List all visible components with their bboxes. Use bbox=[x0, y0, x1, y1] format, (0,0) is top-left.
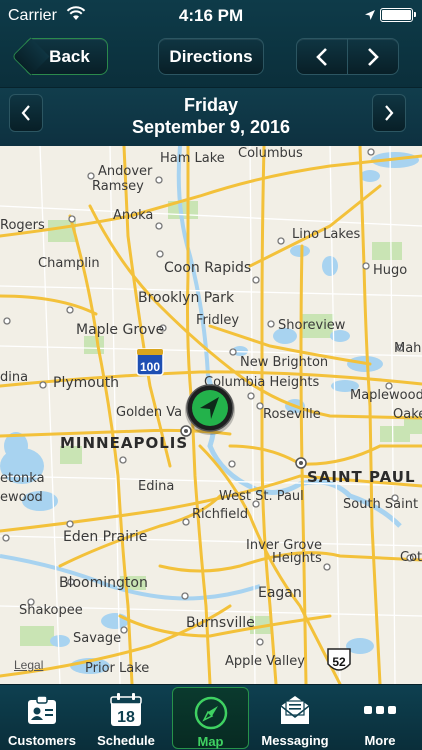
map-label: dina bbox=[0, 370, 28, 385]
map-label: Brooklyn Park bbox=[138, 290, 235, 306]
map-label: Eagan bbox=[258, 585, 302, 601]
map-label: Andover bbox=[98, 164, 153, 179]
map-label: Champlin bbox=[38, 256, 100, 271]
more-dots-icon bbox=[363, 693, 397, 732]
map-label: Maplewood bbox=[350, 388, 422, 403]
location-arrow-icon bbox=[364, 8, 376, 26]
date-label: September 9, 2016 bbox=[131, 117, 291, 137]
map-label: etonka bbox=[0, 471, 45, 486]
tab-label: Messaging bbox=[261, 733, 329, 748]
map-label: Burnsville bbox=[186, 615, 255, 631]
tab-label: Customers bbox=[8, 733, 76, 748]
clock: 4:16 PM bbox=[178, 6, 244, 25]
map-label: Savage bbox=[73, 631, 121, 646]
map-label: Bloomington bbox=[59, 575, 148, 591]
map-canvas: Ham Lake Columbus Andover Ramsey Anoka L… bbox=[0, 146, 422, 684]
map-label: Shoreview bbox=[278, 318, 346, 333]
map-label: Heights bbox=[272, 551, 322, 566]
date-bar: Friday September 9, 2016 bbox=[0, 88, 422, 146]
tab-messaging[interactable]: Messaging bbox=[253, 685, 337, 750]
map-view[interactable]: Ham Lake Columbus Andover Ramsey Anoka L… bbox=[0, 146, 422, 684]
map-label: Oake bbox=[393, 407, 422, 422]
tab-label: More bbox=[364, 733, 396, 748]
map-label: West St. Paul bbox=[219, 489, 304, 504]
navigation-bar: Carrier 4:16 PM Back Directions bbox=[0, 0, 422, 88]
tab-more[interactable]: More bbox=[338, 685, 422, 750]
status-bar: Carrier 4:16 PM bbox=[0, 0, 422, 30]
tab-customers[interactable]: Customers bbox=[0, 685, 84, 750]
map-label: Ramsey bbox=[92, 179, 144, 194]
map-label: ewood bbox=[0, 490, 43, 505]
tab-schedule[interactable]: 18 Schedule bbox=[84, 685, 168, 750]
battery-icon bbox=[380, 8, 416, 22]
next-button[interactable] bbox=[348, 39, 398, 74]
envelope-icon bbox=[278, 693, 312, 732]
map-label: Roseville bbox=[263, 407, 321, 422]
route-52-label: 52 bbox=[332, 655, 346, 669]
map-label: Edina bbox=[138, 479, 174, 494]
previous-button[interactable] bbox=[297, 39, 347, 74]
calendar-day: 18 bbox=[117, 709, 135, 726]
tab-bar: Customers 18 Schedule Map Messaging More bbox=[0, 684, 422, 750]
map-label: Ham Lake bbox=[160, 151, 225, 166]
map-label: MINNEAPOLIS bbox=[60, 434, 188, 452]
chevron-right-icon bbox=[368, 47, 379, 66]
current-location-pin[interactable] bbox=[185, 384, 235, 435]
map-label: Rogers bbox=[0, 218, 45, 233]
chevron-right-icon bbox=[385, 105, 394, 121]
map-label: Anoka bbox=[113, 208, 153, 223]
route-100-shield: 100 bbox=[136, 348, 164, 376]
map-label: Richfield bbox=[192, 507, 248, 522]
map-label: Lino Lakes bbox=[292, 227, 360, 242]
back-arrow-icon bbox=[11, 37, 50, 76]
map-label: Golden Va bbox=[116, 405, 182, 420]
directions-button[interactable]: Directions bbox=[158, 38, 264, 75]
map-label: South Saint bbox=[343, 497, 418, 512]
tab-map[interactable]: Map bbox=[172, 687, 249, 749]
back-button[interactable]: Back bbox=[11, 37, 108, 76]
chevron-left-icon bbox=[316, 47, 327, 66]
map-label: Cot bbox=[400, 550, 422, 565]
map-label: Coon Rapids bbox=[164, 260, 251, 276]
back-button-label: Back bbox=[49, 46, 90, 66]
tab-label: Map bbox=[197, 734, 224, 749]
map-label: Plymouth bbox=[53, 375, 119, 391]
next-day-button[interactable] bbox=[372, 94, 406, 132]
map-label: New Brighton bbox=[240, 355, 328, 370]
route-52-shield: 52 bbox=[327, 648, 351, 671]
map-label: Maple Grove bbox=[76, 322, 164, 338]
map-label: Apple Valley bbox=[225, 654, 305, 669]
map-label: Eden Prairie bbox=[63, 529, 147, 545]
pager-segmented-control bbox=[296, 38, 399, 75]
legal-link[interactable]: Legal bbox=[14, 658, 43, 672]
tab-label: Schedule bbox=[97, 733, 155, 748]
compass-icon bbox=[194, 696, 228, 735]
map-label: SAINT PAUL bbox=[307, 468, 416, 486]
directions-button-label: Directions bbox=[169, 46, 253, 66]
map-label: Hugo bbox=[373, 263, 407, 278]
map-label: Fridley bbox=[196, 313, 239, 328]
weekday-label: Friday bbox=[183, 95, 239, 115]
map-label: Prior Lake bbox=[85, 661, 149, 676]
calendar-icon: 18 bbox=[110, 693, 142, 732]
map-label: Shakopee bbox=[19, 603, 83, 618]
customers-icon bbox=[25, 693, 59, 732]
map-label: Mah bbox=[394, 341, 421, 356]
route-100-label: 100 bbox=[140, 360, 160, 374]
map-label: Columbus bbox=[238, 146, 303, 161]
